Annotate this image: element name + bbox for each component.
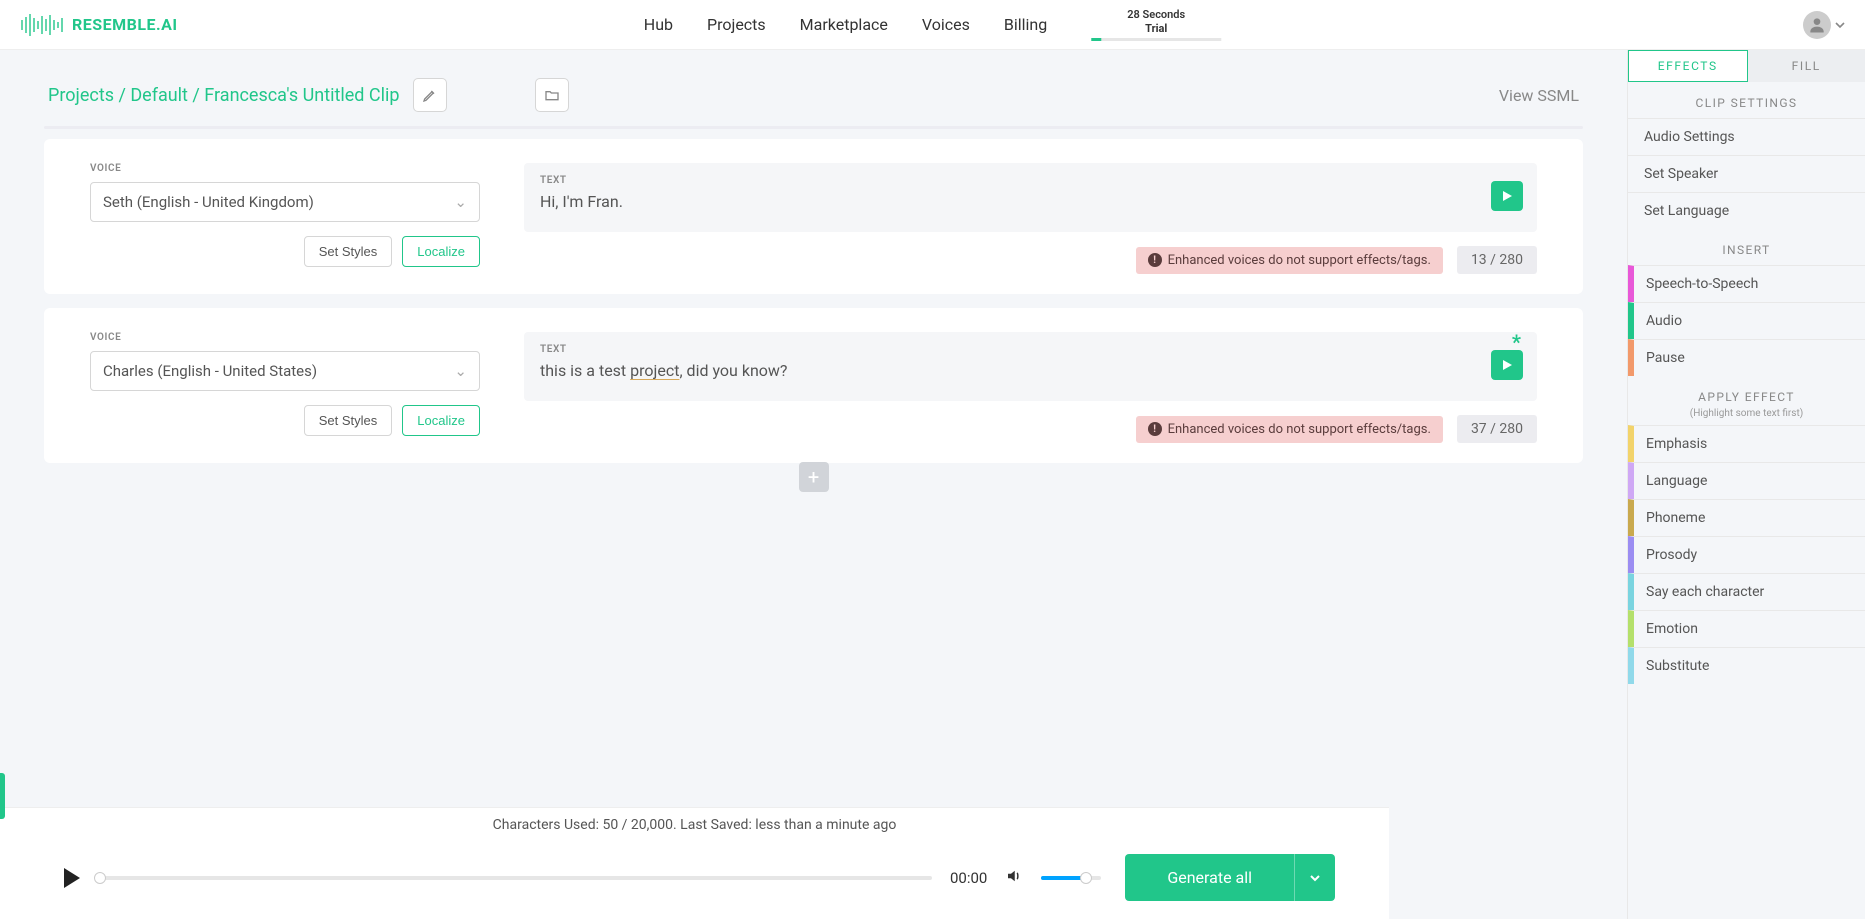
section-title-apply: APPLY EFFECT	[1628, 376, 1865, 412]
folder-button[interactable]	[535, 78, 569, 112]
clip-text[interactable]: this is a test project, did you know?	[540, 361, 1521, 383]
generate-group: Generate all	[1125, 854, 1335, 901]
view-ssml-link[interactable]: View SSML	[1499, 86, 1579, 105]
localize-button[interactable]: Localize	[402, 405, 480, 436]
warning-icon: !	[1148, 253, 1162, 267]
text-label: TEXT	[540, 175, 1521, 186]
sidebar-item-set-speaker[interactable]: Set Speaker	[1628, 155, 1865, 192]
sidebar-item-set-language[interactable]: Set Language	[1628, 192, 1865, 229]
clip-text[interactable]: Hi, I'm Fran.	[540, 192, 1521, 214]
warning-text: Enhanced voices do not support effects/t…	[1168, 253, 1431, 268]
text-segment: , did you know?	[679, 361, 787, 380]
sidebar-item-substitute[interactable]: Substitute	[1628, 647, 1865, 684]
voice-label: VOICE	[90, 332, 480, 343]
user-menu[interactable]	[1803, 11, 1845, 39]
trial-progress	[1091, 38, 1221, 41]
warning-pill: ! Enhanced voices do not support effects…	[1136, 416, 1443, 443]
set-styles-button[interactable]: Set Styles	[304, 405, 393, 436]
add-clip-button[interactable]: +	[799, 462, 829, 492]
chevron-down-icon: ⌄	[454, 193, 467, 211]
header: RESEMBLE.AI Hub Projects Marketplace Voi…	[0, 0, 1865, 50]
clip-card: VOICE Charles (English - United States) …	[44, 308, 1583, 463]
play-clip-button[interactable]	[1491, 350, 1523, 380]
tab-effects[interactable]: EFFECTS	[1628, 50, 1748, 82]
section-title-clip-settings: CLIP SETTINGS	[1628, 82, 1865, 118]
play-icon	[1501, 359, 1513, 371]
folder-icon	[544, 87, 560, 103]
text-input-box[interactable]: TEXT Hi, I'm Fran.	[524, 163, 1537, 232]
play-all-button[interactable]	[64, 868, 80, 888]
sidebar-item-audio-settings[interactable]: Audio Settings	[1628, 118, 1865, 155]
breadcrumb[interactable]: Projects / Default / Francesca's Untitle…	[48, 85, 399, 106]
section-title-insert: INSERT	[1628, 229, 1865, 265]
char-count: 37 / 280	[1457, 415, 1537, 443]
status-text: Characters Used: 50 / 20,000. Last Saved…	[0, 808, 1389, 842]
voice-select[interactable]: Seth (English - United Kingdom) ⌄	[90, 182, 480, 222]
avatar-icon	[1803, 11, 1831, 39]
trial-seconds: 28 Seconds	[1127, 8, 1185, 21]
clip-card: VOICE Seth (English - United Kingdom) ⌄ …	[44, 139, 1583, 294]
set-styles-button[interactable]: Set Styles	[304, 236, 393, 267]
side-handle[interactable]	[0, 773, 5, 819]
play-icon	[1501, 190, 1513, 202]
nav-billing[interactable]: Billing	[1004, 15, 1047, 34]
sidebar-item-pause[interactable]: Pause	[1628, 339, 1865, 376]
trial-label: Trial	[1145, 22, 1167, 35]
sidebar: EFFECTS FILL CLIP SETTINGS Audio Setting…	[1627, 50, 1865, 919]
tab-fill[interactable]: FILL	[1748, 50, 1865, 82]
chevron-down-icon	[1309, 872, 1321, 884]
timeline-slider[interactable]	[98, 876, 932, 880]
volume-icon[interactable]	[1005, 867, 1023, 889]
trial-indicator[interactable]: 28 Seconds Trial	[1091, 8, 1221, 40]
volume-knob[interactable]	[1080, 872, 1092, 884]
sidebar-item-prosody[interactable]: Prosody	[1628, 536, 1865, 573]
section-sub-apply: (Highlight some text first)	[1628, 408, 1865, 419]
nav-marketplace[interactable]: Marketplace	[800, 15, 888, 34]
sidebar-item-speech-to-speech[interactable]: Speech-to-Speech	[1628, 265, 1865, 302]
sidebar-item-emotion[interactable]: Emotion	[1628, 610, 1865, 647]
warning-pill: ! Enhanced voices do not support effects…	[1136, 247, 1443, 274]
volume-slider[interactable]	[1041, 876, 1101, 880]
footer: Characters Used: 50 / 20,000. Last Saved…	[0, 807, 1389, 919]
nav-hub[interactable]: Hub	[644, 15, 673, 34]
chevron-down-icon: ⌄	[454, 362, 467, 380]
timeline-knob[interactable]	[94, 872, 106, 884]
generate-dropdown-button[interactable]	[1295, 854, 1335, 901]
text-input-box[interactable]: * TEXT this is a test project, did you k…	[524, 332, 1537, 401]
char-count: 13 / 280	[1457, 246, 1537, 274]
divider	[44, 126, 1583, 129]
logo-wave-icon	[20, 12, 66, 38]
text-label: TEXT	[540, 344, 1521, 355]
sidebar-item-audio[interactable]: Audio	[1628, 302, 1865, 339]
text-segment-underlined: project	[630, 361, 679, 380]
localize-button[interactable]: Localize	[402, 236, 480, 267]
voice-label: VOICE	[90, 163, 480, 174]
voice-value: Charles (English - United States)	[103, 362, 317, 380]
sidebar-item-say-each-character[interactable]: Say each character	[1628, 573, 1865, 610]
time-display: 00:00	[950, 869, 987, 887]
sidebar-item-emphasis[interactable]: Emphasis	[1628, 425, 1865, 462]
logo-text: RESEMBLE.AI	[72, 15, 178, 34]
generate-all-button[interactable]: Generate all	[1125, 854, 1295, 901]
top-nav: Hub Projects Marketplace Voices Billing …	[644, 8, 1221, 40]
pencil-icon	[422, 87, 438, 103]
text-segment: this is a test	[540, 361, 630, 380]
play-clip-button[interactable]	[1491, 181, 1523, 211]
warning-text: Enhanced voices do not support effects/t…	[1168, 422, 1431, 437]
breadcrumb-row: Projects / Default / Francesca's Untitle…	[0, 50, 1627, 120]
sidebar-item-language[interactable]: Language	[1628, 462, 1865, 499]
nav-projects[interactable]: Projects	[707, 15, 766, 34]
logo[interactable]: RESEMBLE.AI	[20, 12, 178, 38]
voice-value: Seth (English - United Kingdom)	[103, 193, 314, 211]
caret-down-icon	[1835, 20, 1845, 30]
nav-voices[interactable]: Voices	[922, 15, 970, 34]
sidebar-item-phoneme[interactable]: Phoneme	[1628, 499, 1865, 536]
edit-title-button[interactable]	[413, 78, 447, 112]
voice-select[interactable]: Charles (English - United States) ⌄	[90, 351, 480, 391]
warning-icon: !	[1148, 422, 1162, 436]
